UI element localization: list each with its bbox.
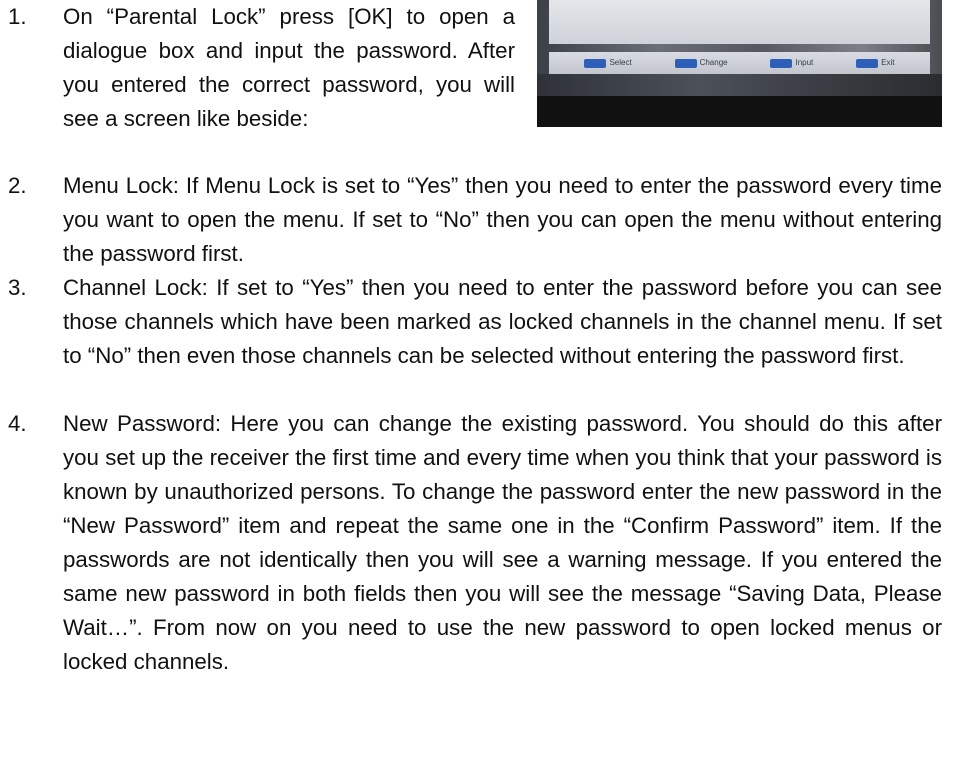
hint-exit: Exit [856, 58, 895, 68]
hint-select: Select [584, 58, 632, 68]
number-keys-icon [770, 58, 793, 68]
item-number: 3. [8, 275, 27, 300]
parental-lock-screenshot: Select Change Input Exit [537, 0, 942, 127]
exit-key-icon [856, 58, 879, 68]
up-down-key-icon [584, 58, 607, 68]
item-number: 4. [8, 411, 27, 436]
hint-change: Change [674, 58, 728, 68]
key-hint-bar: Select Change Input Exit [549, 52, 930, 74]
item-text: New Password: Here you can change the ex… [63, 411, 942, 674]
item-number: 1. [8, 4, 27, 29]
item-text: Channel Lock: If set to “Yes” then you n… [63, 275, 942, 368]
left-right-key-icon [674, 58, 697, 68]
hint-input: Input [770, 58, 813, 68]
hint-label: Select [609, 58, 632, 67]
item-text: Menu Lock: If Menu Lock is set to “Yes” … [63, 173, 942, 266]
hint-label: Exit [881, 58, 895, 67]
menu-panel [549, 0, 930, 44]
item-text: On “Parental Lock” press [OK] to open a … [63, 4, 515, 131]
item-number: 2. [8, 173, 27, 198]
hint-label: Input [795, 58, 814, 67]
screen-lower-image [537, 74, 942, 96]
hint-label: Change [699, 58, 728, 67]
